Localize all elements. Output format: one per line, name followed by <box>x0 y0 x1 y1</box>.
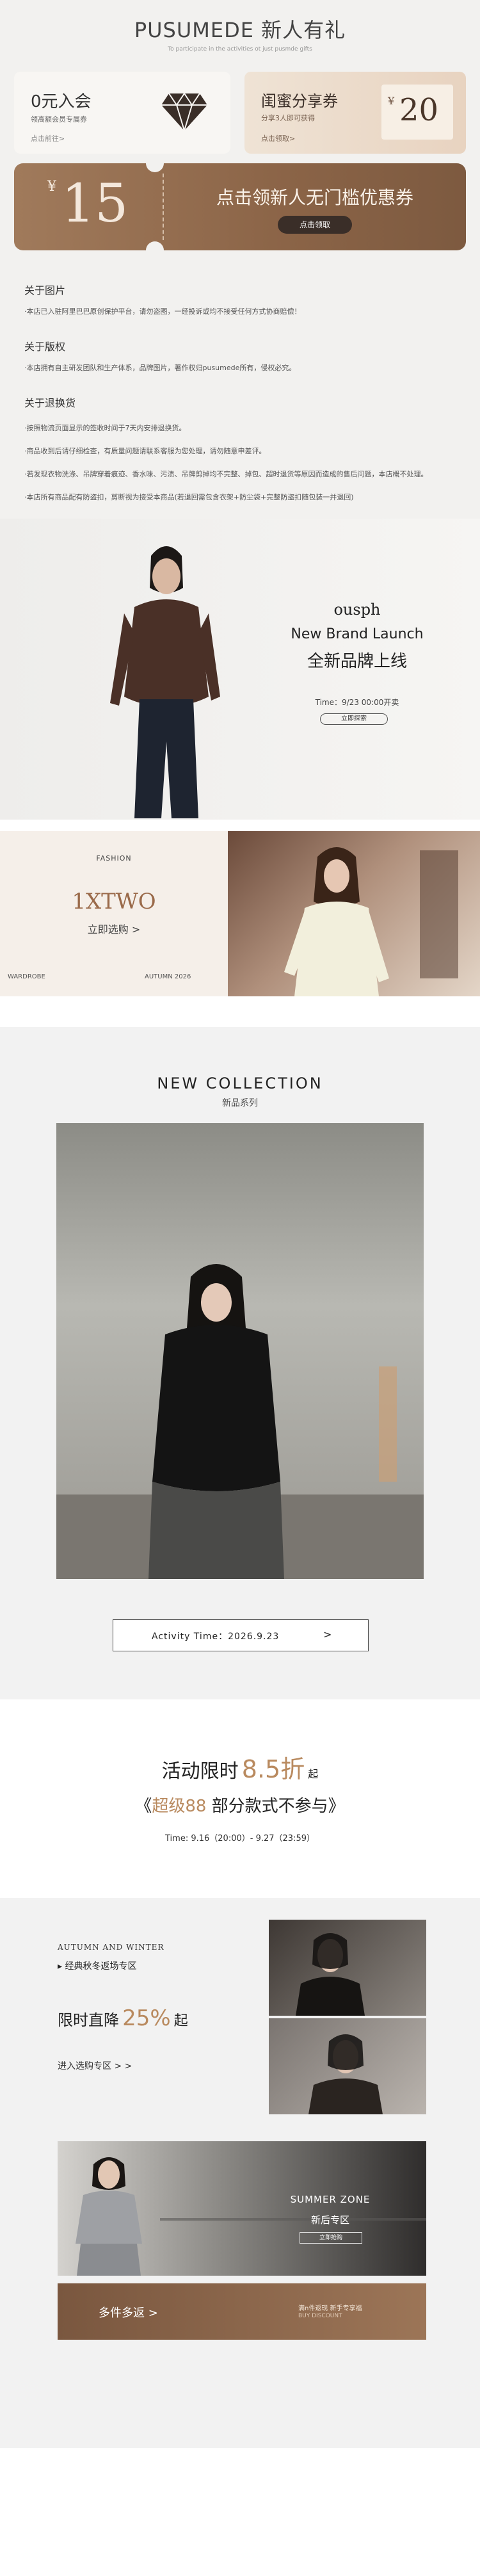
discount-line1: 活动限时 8.5折 起 <box>0 1749 480 1785</box>
policy-returns: 关于退换货 ·按照物流页面显示的签收时间于7天内安排退换货。 ·商品收到后请仔细… <box>24 394 466 502</box>
launch-line1: New Brand Launch <box>291 626 424 642</box>
fashion-left-label: WARDROBE <box>8 973 45 980</box>
summer-buy-button[interactable]: 立即抢购 <box>300 2232 362 2244</box>
promo-suffix: 起 <box>173 2013 188 2029</box>
coupon-divider <box>163 174 164 240</box>
promo-prefix: 限时直降 <box>58 2011 119 2029</box>
collection-subtitle: 新品系列 <box>222 1098 258 1108</box>
bestie-coupon-card[interactable]: 闺蜜分享券 分享3人即可获得 点击领取> ¥ 20 <box>244 72 466 154</box>
collection-photo[interactable] <box>56 1123 424 1579</box>
policy-block: 关于图片 ·本店已入驻阿里巴巴原创保护平台，请勿盗图，一经投诉或均不接受任何方式… <box>24 282 466 502</box>
autumn-promo: 限时直降 25% 起 <box>58 2005 188 2031</box>
discount-value: 8.5折 <box>241 1755 305 1783</box>
free-join-card[interactable]: 0元入会 领高额会员专属券 点击前往> <box>14 72 230 154</box>
summer-zone-en: SUMMER ZONE <box>290 2194 371 2205</box>
diamond-icon <box>160 91 209 133</box>
policy-heading: 关于退换货 <box>24 397 76 409</box>
bestie-currency: ¥ <box>388 95 395 107</box>
chevron-right-icon: > <box>323 1628 332 1640</box>
explore-button[interactable]: 立即探索 <box>320 713 388 725</box>
autumn-zone-label: ▸ 经典秋冬返场专区 <box>58 1961 137 1972</box>
multi-buy-note-en: BUY DISCOUNT <box>298 2313 342 2319</box>
discount-exclusion: 部分款式不参与 <box>211 1797 328 1816</box>
summer-zone-title: 新后专区 <box>310 2214 349 2226</box>
page-title: PUSUMEDE 新人有礼 <box>134 18 346 42</box>
policy-line: ·本店所有商品配有防盗扣，剪断视为接受本商品(若退回需包含衣架+防尘袋+完整防盗… <box>24 493 354 501</box>
bracket-open: 《 <box>135 1797 152 1816</box>
autumn-photo-top[interactable] <box>269 1920 426 2016</box>
policy-line: ·商品收到后请仔细检查，有质量问题请联系客服为您处理，请勿随意申差评。 <box>24 447 266 455</box>
spacer <box>0 820 480 831</box>
bestie-amount-box: ¥ 20 <box>381 85 453 140</box>
activity-time-bar[interactable]: Activity Time：2026.9.23 > <box>113 1619 369 1651</box>
discount-section: 活动限时 8.5折 起 《超级88 部分款式不参与》 Time: 9.16（20… <box>0 1699 480 1898</box>
autumn-winter-section: AUTUMN AND WINTER ▸ 经典秋冬返场专区 限时直降 25% 起 … <box>0 1898 480 2135</box>
super88-label: 超级88 <box>152 1797 207 1816</box>
policy-copyright: 关于版权 ·本店拥有自主研发团队和生产体系，品牌图片，著作权归pusumede所… <box>24 338 466 394</box>
bestie-title: 闺蜜分享券 <box>261 92 338 110</box>
discount-line2: 《超级88 部分款式不参与》 <box>0 1793 480 1817</box>
fashion-right-label: AUTUMN 2026 <box>145 973 191 980</box>
free-join-title: 0元入会 <box>31 92 92 111</box>
fashion-brand: 1XTWO <box>72 889 156 914</box>
autumn-photo-bottom[interactable] <box>269 2018 426 2114</box>
collection-title: NEW COLLECTION <box>157 1074 323 1092</box>
fashion-tag: FASHION <box>96 854 132 863</box>
bracket-close: 》 <box>328 1797 345 1816</box>
multi-buy-banner[interactable]: 多件多返 > 满n件返现 新手专享福 BUY DISCOUNT <box>58 2283 426 2340</box>
discount-suffix: 起 <box>308 1768 319 1780</box>
page-subtitle: To participate in the activities ot just… <box>168 46 312 53</box>
coupon-claim-button[interactable]: 点击领取 <box>278 216 352 234</box>
summer-zone-banner[interactable]: SUMMER ZONE 新后专区 立即抢购 <box>58 2141 426 2276</box>
free-join-desc: 领高额会员专属券 <box>31 115 87 124</box>
multi-buy-cta: 多件多返 > <box>99 2306 158 2320</box>
policy-images: 关于图片 ·本店已入驻阿里巴巴原创保护平台，请勿盗图，一经投诉或均不接受任何方式… <box>24 282 466 338</box>
promo-value: 25% <box>122 2005 171 2031</box>
fashion-banner[interactable]: FASHION 1XTWO 立即选购 > WARDROBE AUTUMN 202… <box>0 831 480 996</box>
launch-time: Time：9/23 00:00开卖 <box>315 698 399 707</box>
policy-heading: 关于版权 <box>24 341 66 353</box>
spacer <box>0 996 480 1027</box>
bestie-amount: 20 <box>399 92 439 128</box>
autumn-en-title: AUTUMN AND WINTER <box>58 1943 164 1952</box>
coupon-notch-top <box>146 154 164 172</box>
policy-line: ·按照物流页面显示的签收时间于7天内安排退换货。 <box>24 424 186 432</box>
discount-prefix: 活动限时 <box>161 1760 239 1783</box>
coupon-title: 点击领新人无门槛优惠券 <box>216 187 413 208</box>
activity-time: Activity Time：2026.9.23 <box>152 1632 280 1642</box>
fashion-text-panel: FASHION 1XTWO 立即选购 > WARDROBE AUTUMN 202… <box>0 831 228 996</box>
brand-logo-text: ousph <box>333 601 381 619</box>
brand-launch-banner[interactable]: ousph New Brand Launch 全新品牌上线 Time：9/23 … <box>0 519 480 820</box>
newcomer-coupon[interactable]: ¥ 15 点击领新人无门槛优惠券 点击领取 <box>14 163 466 250</box>
autumn-shop-link[interactable]: 进入选购专区 > > <box>58 2059 132 2072</box>
discount-time: Time: 9.16（20:00）- 9.27（23:59） <box>165 1834 315 1843</box>
free-join-link[interactable]: 点击前往> <box>31 133 65 143</box>
policy-line: ·本店拥有自主研发团队和生产体系，品牌图片，著作权归pusumede所有，侵权必… <box>24 364 296 372</box>
bestie-link[interactable]: 点击领取> <box>261 133 295 143</box>
fashion-cta[interactable]: 立即选购 > <box>0 921 228 936</box>
policy-line: ·本店已入驻阿里巴巴原创保护平台，请勿盗图，一经投诉或均不接受任何方式协商赔偿！ <box>24 307 301 316</box>
fashion-photo <box>228 831 480 996</box>
bestie-desc: 分享3人即可获得 <box>261 114 315 122</box>
new-collection-section: NEW COLLECTION 新品系列 Activity Time：2026.9… <box>0 1027 480 1699</box>
policy-heading: 关于图片 <box>24 284 66 296</box>
coupon-amount: 15 <box>61 174 129 234</box>
launch-line2: 全新品牌上线 <box>307 652 407 671</box>
coupon-notch-bottom <box>146 241 164 259</box>
model-image <box>90 537 243 818</box>
summer-zone-section: SUMMER ZONE 新后专区 立即抢购 多件多返 > 满n件返现 新手专享福… <box>0 2135 480 2448</box>
new-member-section: PUSUMEDE 新人有礼 To participate in the acti… <box>0 0 480 519</box>
multi-buy-note: 满n件返现 新手专享福 <box>298 2305 362 2312</box>
coupon-currency: ¥ <box>47 179 56 195</box>
policy-line: ·若发现衣物洗涤、吊牌穿着痕迹、香水味、污渍、吊牌剪掉均不完整、掉包、超时退货等… <box>24 470 428 478</box>
